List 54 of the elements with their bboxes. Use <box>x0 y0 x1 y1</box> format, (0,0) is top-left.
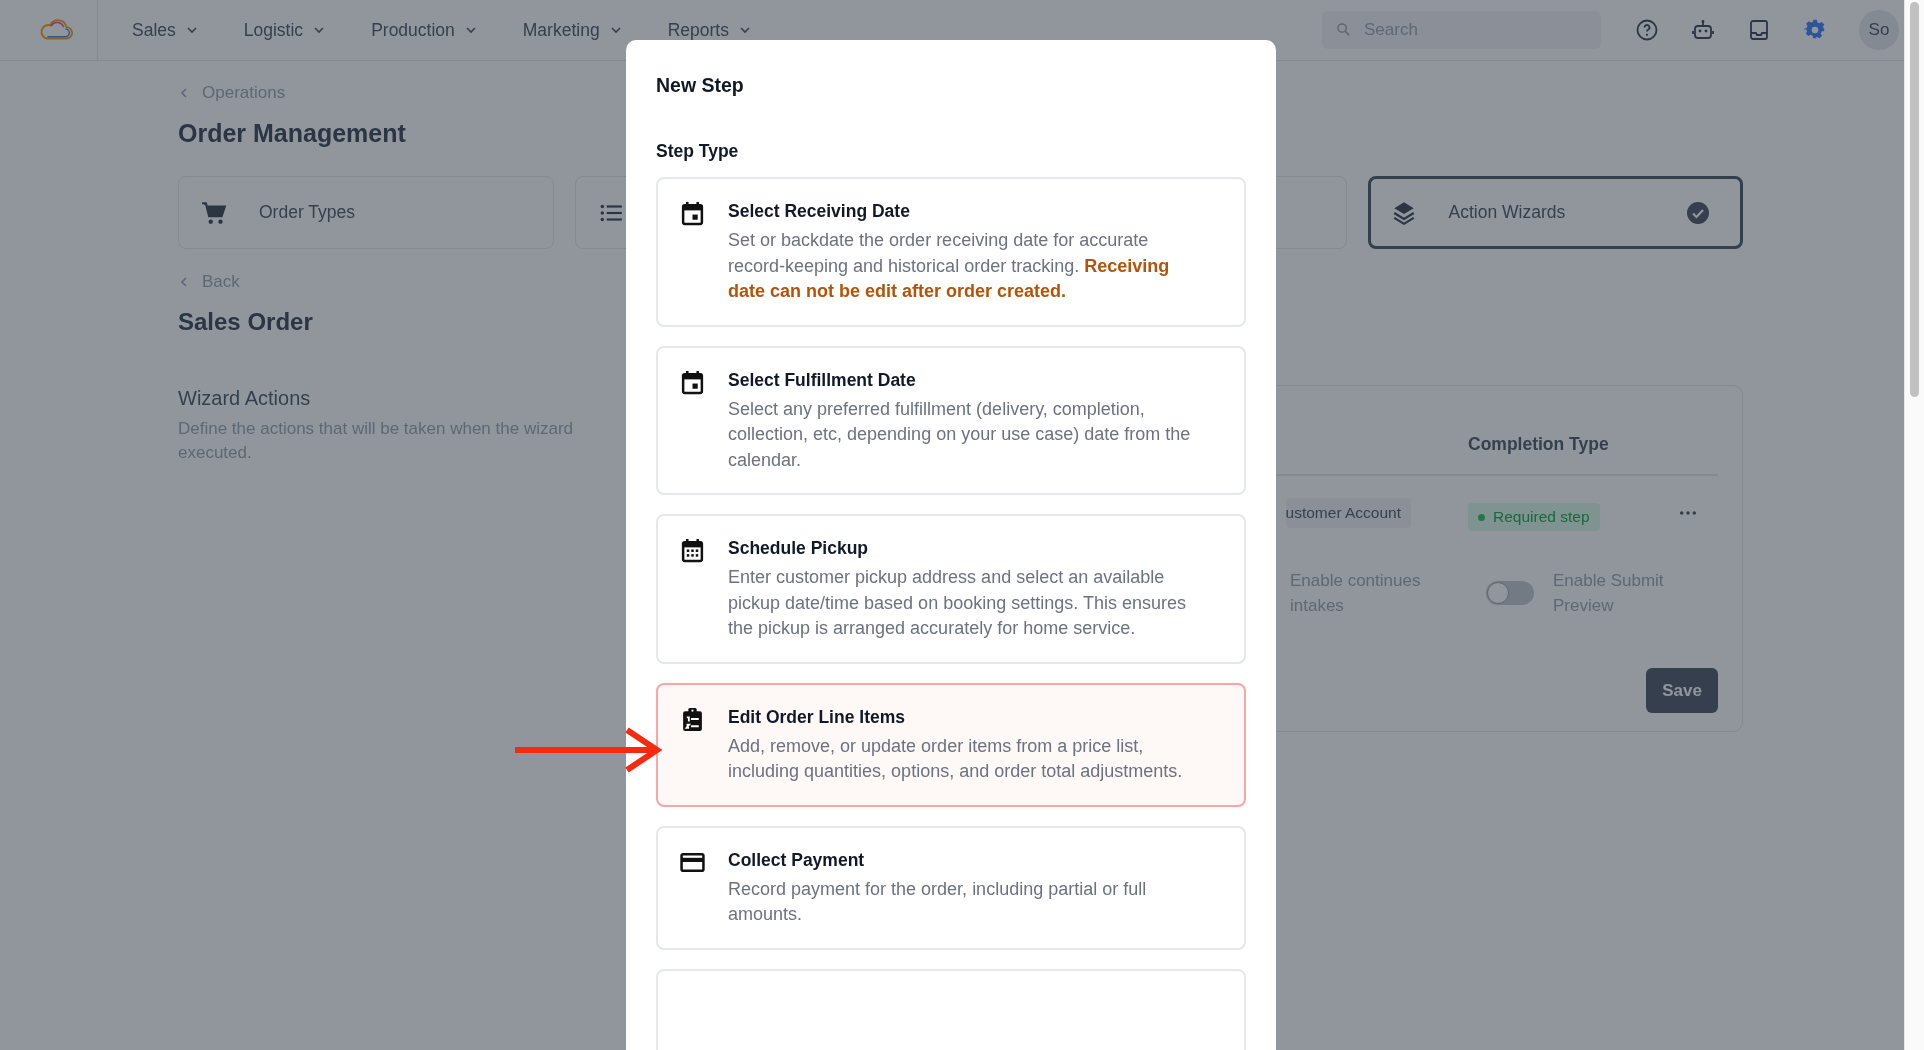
category-label: Action Wizards <box>1448 202 1566 223</box>
chevron-down-icon <box>609 24 622 36</box>
option-title: Select Fulfillment Date <box>728 368 917 392</box>
calendar-icon <box>680 538 705 563</box>
clipboard-list-icon <box>680 706 705 732</box>
step-option[interactable]: Collect Payment Record payment for the order, including partial or full amounts. <box>656 825 1246 950</box>
status-badge: Required step <box>1468 503 1600 531</box>
account-tag: ustomer Account <box>1285 498 1411 528</box>
chevron-down-icon <box>313 24 326 36</box>
section-title: Sales Order <box>178 307 314 337</box>
robot-icon[interactable] <box>1691 18 1715 42</box>
save-button[interactable]: Save <box>1646 668 1718 713</box>
nav-menu[interactable]: Production <box>371 19 477 41</box>
column-header: Completion Type <box>1468 432 1610 455</box>
chevron-left-icon <box>178 87 190 99</box>
option-title: Collect Payment <box>728 848 866 872</box>
user-avatar[interactable]: So <box>1859 10 1899 50</box>
field-label: Step Type <box>656 140 740 162</box>
chevron-left-icon <box>178 276 190 288</box>
nav-menu[interactable]: Marketing <box>522 19 622 41</box>
step-option[interactable]: Schedule Pickup Enter customer pickup address and select an available pickup date/time based on booking settings. This ensures the pickup is arranged accurately for home service. <box>656 514 1246 664</box>
option-description: Set or backdate the order receiving date for accurate record-keeping and historical order tracking. Receiving date can not be edit after order created. <box>728 229 1171 303</box>
toggle-switch[interactable] <box>1486 581 1534 605</box>
option-description: Record payment for the order, including partial or full amounts. <box>728 877 1148 926</box>
option-description: Select any preferred fulfillment (delivery, completion, collection, etc, depending on your use case) date from the calendar. <box>728 397 1192 472</box>
chevron-down-icon <box>738 24 751 36</box>
more-options-icon[interactable] <box>1679 510 1697 516</box>
scrollbar[interactable] <box>1904 0 1924 1050</box>
nav-menu[interactable]: Reports <box>667 19 751 41</box>
cart-icon <box>201 199 227 226</box>
section-heading: Wizard Actions <box>178 386 312 411</box>
category-card[interactable]: Action Wizards <box>1367 176 1743 249</box>
option-title: Schedule Pickup <box>728 537 870 560</box>
option-description: Enter customer pickup address and select an available pickup date/time based on booking settings. This ensures the pickup is arranged accurately for home service. <box>728 566 1187 640</box>
calendar-icon <box>680 369 705 395</box>
step-option[interactable]: Select Receiving Date Set or backdate the order receiving date for accurate record-keeping and historical order tracking. Receiving date can not be edit after order created. <box>656 177 1246 327</box>
check-circle-icon <box>1686 200 1710 225</box>
category-label: Order Types <box>259 202 355 223</box>
page-title: Order Management <box>178 118 407 148</box>
dialog-title: New Step <box>656 73 745 98</box>
option-title: Select Receiving Date <box>728 200 911 223</box>
option-description: Add, remove, or update order items from a price list, including quantities, options, and order total adjustments. <box>728 734 1184 783</box>
nav-menu[interactable]: Sales <box>132 19 198 41</box>
step-option[interactable]: Edit Order Line Items Add, remove, or update order items from a price list, including quantities, options, and order total adjustments. <box>656 682 1246 807</box>
calendar-icon <box>680 201 705 226</box>
chevron-down-icon <box>464 24 477 36</box>
inbox-icon[interactable] <box>1747 18 1771 42</box>
category-card[interactable]: Order Types <box>178 176 554 249</box>
nav-menu[interactable]: Logistic <box>243 19 326 41</box>
search-icon <box>1336 22 1351 37</box>
chevron-down-icon <box>185 24 198 36</box>
step-option[interactable]: Select Fulfillment Date Select any preferred fulfillment (delivery, completion, collection, etc, depending on your use case) date from the calendar. <box>656 345 1246 495</box>
option-title: Edit Order Line Items <box>728 705 906 729</box>
help-icon[interactable] <box>1635 18 1659 42</box>
